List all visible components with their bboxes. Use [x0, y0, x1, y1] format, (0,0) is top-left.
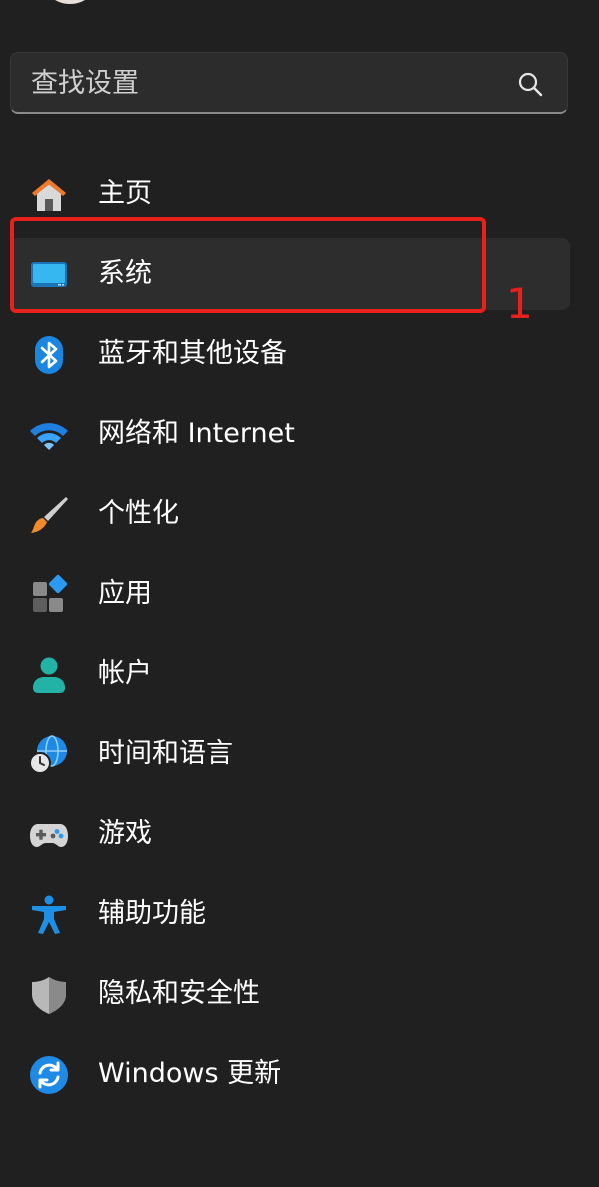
- nav-item-home[interactable]: 主页: [10, 158, 570, 230]
- wifi-icon: [30, 423, 68, 450]
- home-icon: [32, 179, 66, 211]
- nav-label: 主页: [98, 178, 152, 209]
- nav-item-apps[interactable]: 应用: [10, 558, 570, 630]
- annotation-step-number: 1: [506, 279, 533, 328]
- nav-label: 蓝牙和其他设备: [98, 338, 287, 369]
- nav-label: 系统: [98, 258, 152, 289]
- nav-label: 应用: [98, 578, 152, 609]
- monitor-icon: [31, 262, 67, 287]
- search-input[interactable]: [31, 65, 501, 101]
- nav-item-system[interactable]: 系统: [10, 238, 570, 310]
- nav-item-time-language[interactable]: 时间和语言: [10, 718, 570, 790]
- nav-item-accounts[interactable]: 帐户: [10, 638, 570, 710]
- nav-item-bluetooth[interactable]: 蓝牙和其他设备: [10, 318, 570, 390]
- nav-list: 主页 系统 蓝牙和其他设备 网络和 Internet 个性化 应用 帐户 时间和…: [10, 158, 570, 1118]
- globe-clock-icon: [29, 735, 67, 774]
- accessibility-icon: [32, 895, 66, 934]
- settings-window: 主页 系统 蓝牙和其他设备 网络和 I: [0, 0, 599, 1187]
- shield-icon: [32, 977, 66, 1014]
- search-box[interactable]: [10, 52, 568, 114]
- nav-item-accessibility[interactable]: 辅助功能: [10, 878, 570, 950]
- nav-item-gaming[interactable]: 游戏: [10, 798, 570, 870]
- search-icon[interactable]: [517, 71, 543, 97]
- nav-item-privacy[interactable]: 隐私和安全性: [10, 958, 570, 1030]
- nav-label: 网络和 Internet: [98, 418, 295, 449]
- person-icon: [33, 657, 65, 693]
- nav-item-network[interactable]: 网络和 Internet: [10, 398, 570, 470]
- avatar[interactable]: [40, 0, 100, 4]
- nav-label: 辅助功能: [98, 898, 206, 929]
- brush-icon: [31, 497, 68, 533]
- selection-indicator: [10, 260, 14, 288]
- gamepad-icon: [30, 824, 68, 847]
- bluetooth-icon: [35, 336, 63, 374]
- nav-item-windows-update[interactable]: Windows 更新: [10, 1038, 570, 1110]
- nav-item-personalization[interactable]: 个性化: [10, 478, 570, 550]
- update-icon: [30, 1056, 68, 1094]
- nav-label: 帐户: [98, 658, 152, 689]
- nav-label: 个性化: [98, 498, 179, 529]
- nav-label: 游戏: [98, 818, 152, 849]
- nav-label: 隐私和安全性: [98, 978, 260, 1009]
- apps-icon: [33, 574, 68, 612]
- nav-label: 时间和语言: [98, 738, 233, 769]
- nav-label: Windows 更新: [98, 1058, 282, 1089]
